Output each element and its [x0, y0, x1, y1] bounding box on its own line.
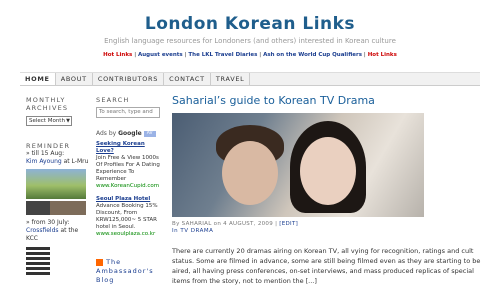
tab-contributors[interactable]: CONTRIBUTORS: [93, 73, 165, 85]
post-excerpt: There are currently 20 dramas airing on …: [172, 247, 481, 285]
tab-about[interactable]: ABOUT: [56, 73, 93, 85]
separator: |: [184, 52, 187, 58]
reminder-date: » till 15 Aug:: [26, 150, 65, 157]
post-image[interactable]: [172, 113, 424, 217]
site-title[interactable]: London Korean Links: [0, 14, 500, 34]
category-link[interactable]: TV DRAMA: [180, 228, 213, 234]
category-prefix: In: [172, 228, 179, 234]
reminder-link-kim-ayoung[interactable]: Kim Ayoung: [26, 158, 62, 165]
separator: |: [134, 52, 137, 58]
ad-url[interactable]: www.KoreanCupid.com: [96, 183, 162, 190]
ads-brand: Google: [118, 130, 142, 137]
separator: |: [363, 52, 366, 58]
crossfields-image[interactable]: [26, 247, 50, 277]
ad-body: Advance Booking 15% Discount, From KRW12…: [96, 203, 158, 230]
adchoices-icon[interactable]: AV: [143, 130, 156, 137]
rss-icon: [96, 258, 103, 266]
reminder-date: » from 30 July:: [26, 219, 70, 226]
search-input[interactable]: To search, type and: [96, 107, 160, 118]
ambassador-blog-label: The Ambassador's Blog: [96, 258, 154, 284]
main-nav: HOME ABOUT CONTRIBUTORS CONTACT TRAVEL: [20, 72, 480, 86]
reminder-item-1: » till 15 Aug: Kim Ayoung at L-Mru: [26, 150, 90, 166]
post-edit-link[interactable]: [EDIT]: [279, 221, 298, 227]
ad-body: Join Free & View 1000s Of Profiles For A…: [96, 155, 160, 182]
archives-select[interactable]: Select Month ▼: [26, 116, 72, 126]
hot-links-link[interactable]: Hot Links: [103, 52, 132, 58]
search-heading: Search: [96, 96, 130, 104]
photo-person-face: [300, 137, 356, 205]
hot-links-link-2[interactable]: Hot Links: [368, 52, 397, 58]
tab-contact[interactable]: CONTACT: [164, 73, 211, 85]
reminder-link-crossfields[interactable]: Crossfields: [26, 227, 59, 234]
post-meta: By SAHARIAL on 4 AUGUST, 2009 | [EDIT]: [172, 221, 472, 227]
post-byline: By SAHARIAL on 4 AUGUST, 2009 |: [172, 221, 278, 227]
reminder-photo[interactable]: [26, 169, 86, 199]
photo-person-face: [222, 141, 278, 205]
post-title[interactable]: Saharial’s guide to Korean TV Drama: [172, 94, 472, 107]
reminder-heading: Reminder: [26, 142, 71, 150]
right-sidebar: Search To search, type and Ads by Google…: [96, 96, 162, 285]
archives-select-value: Select Month: [29, 118, 65, 124]
ash-world-cup-link[interactable]: Ash on the World Cup Qualifiers: [263, 52, 362, 58]
ad-item: Seeking Korean Love? Join Free & View 10…: [96, 141, 162, 190]
ad-item: Seoul Plaza Hotel Advance Booking 15% Di…: [96, 196, 162, 238]
ads-by-google[interactable]: Ads by Google AV: [96, 130, 162, 137]
reminder-item-2: » from 30 July: Crossfields at the KCC: [26, 219, 90, 243]
featured-links-bar: Hot Links | August events | The LKL Trav…: [0, 52, 500, 58]
ad-url[interactable]: www.seoulplaza.co.kr: [96, 231, 162, 238]
site-tagline: English language resources for Londoners…: [104, 37, 396, 45]
ambassador-blog-link[interactable]: The Ambassador's Blog: [96, 258, 162, 285]
separator: |: [259, 52, 262, 58]
tab-home[interactable]: HOME: [20, 73, 56, 85]
tab-travel[interactable]: TRAVEL: [211, 73, 251, 85]
ad-title-link[interactable]: Seeking Korean Love?: [96, 141, 162, 155]
chevron-down-icon: ▼: [66, 118, 70, 124]
post-category: In TV DRAMA: [172, 228, 472, 234]
lkl-travel-diaries-link[interactable]: The LKL Travel Diaries: [188, 52, 257, 58]
reminder-venue: at L-Mru: [63, 158, 89, 165]
august-events-link[interactable]: August events: [138, 52, 183, 58]
main-content: Saharial’s guide to Korean TV Drama By S…: [172, 94, 480, 286]
ads-prefix: Ads by: [96, 130, 117, 137]
archives-heading: Monthly Archives: [26, 96, 69, 112]
reminder-photo-strip: [26, 201, 86, 215]
ad-title-link[interactable]: Seoul Plaza Hotel: [96, 196, 162, 203]
left-sidebar: Monthly Archives Select Month ▼ Reminder…: [26, 96, 90, 277]
